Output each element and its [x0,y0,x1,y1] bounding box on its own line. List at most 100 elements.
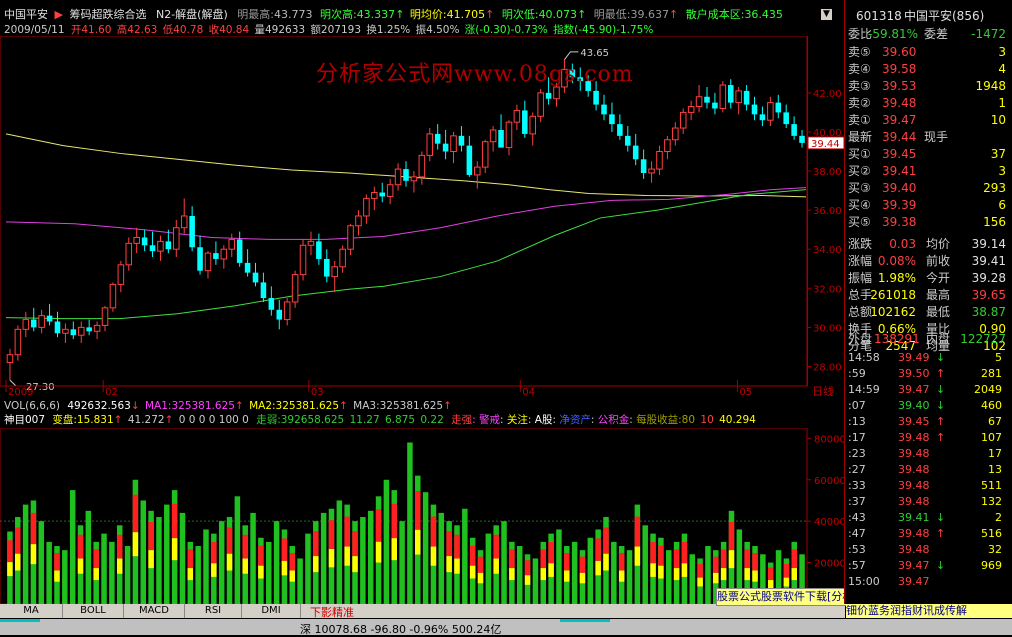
candle [14,325,22,361]
volume-bar [132,479,139,604]
trade-row: :47 39.48 ↑ 516 [848,527,1002,540]
candle [489,126,497,152]
volume-tick-label: 20000 [814,559,845,570]
volume-bar [446,521,452,604]
sell-row-5[interactable]: 卖⑤ 39.60 3 [846,44,1012,61]
ad-banner-2[interactable]: 钿价蓝务润指财讯成传解 [846,604,1012,618]
candle [252,262,259,287]
candle [141,229,148,252]
volume-bar [266,541,272,604]
ad-text-2: 钿价蓝务润指财讯成传解 [846,604,967,617]
sell-label: 卖④ [848,62,871,76]
tab-ma[interactable]: MA [0,604,63,618]
sell-row-1[interactable]: 卖① 39.47 10 [846,112,1012,129]
volume-bar [681,533,688,604]
buy-row-4[interactable]: 买④ 39.39 6 [846,197,1012,214]
candle [180,198,188,234]
header-item-3: 明次低:40.073↑ [501,8,587,21]
bar-index: 指数(-45.90)-1.75% [553,24,654,36]
candle [505,120,513,156]
sell-row-2[interactable]: 卖② 39.48 1 [846,95,1012,112]
weibi-row: 委比 -59.81% 委差 -1472 [848,27,1006,41]
volume-bar [634,504,641,604]
trade-row: :23 39.48 17 [848,447,1002,460]
dropdown-arrow-icon[interactable]: ▶ [55,8,63,21]
trade-row: 15:00 39.47 [848,575,930,588]
volume-bar [38,521,45,604]
bar-amount: 额207193 [310,24,362,36]
volume-bar [62,550,68,604]
main-border-right [807,36,808,386]
price-tick-label: 30.00 [813,323,842,334]
tab-boll[interactable]: BOLL [63,604,124,618]
status-accent-mid [560,619,610,622]
svg-text:39.44: 39.44 [811,139,840,150]
volume-bar [164,504,170,604]
indicator-tabs: MA BOLL MACD RSI DMI 下影精准 [0,604,845,619]
volume-bar [156,517,162,604]
volume-bar [689,554,696,604]
price-chart[interactable]: 42.0040.0038.0036.0034.0032.0030.0028.00… [0,36,845,396]
volume-bar [226,517,233,604]
header-line-1: 中国平安 ▶ 筹码超跌综合选 N2-解盘(解盘) 明最高:43.773 明次高:… [4,8,783,22]
buy-label: 买④ [848,198,871,212]
stock-name[interactable]: 中国平安 [4,8,48,21]
candle [189,206,195,252]
volume-chart[interactable]: 80000 60000 40000 20000 [0,428,845,604]
header-item-2: 明均价:41.705↑ [409,8,495,21]
volume-bar [211,533,217,604]
stock-code: 601318 [856,9,902,23]
candle [498,114,504,148]
volume-bar [171,490,178,604]
date-tick-label: 2009 [8,387,33,396]
latest-row: 最新 39.44 现手 [848,130,949,144]
volume-bar [618,546,625,604]
candle [355,210,362,236]
volume-bar [297,558,303,604]
buy-row-5[interactable]: 买⑤ 39.38 156 [846,214,1012,231]
volume-bar [15,517,21,604]
volume-bar [642,525,648,604]
volume-bar [69,490,76,604]
buy-row-2[interactable]: 买② 39.41 3 [846,163,1012,180]
formula-name[interactable]: 筹码超跌综合选 [69,8,146,21]
candle [458,126,465,152]
sell-row-3[interactable]: 卖③ 39.53 1948 [846,78,1012,95]
tab-dmi[interactable]: DMI [242,604,301,618]
sell-volume: 10 [990,113,1006,127]
buy-volume: 156 [983,215,1006,229]
tab-rsi[interactable]: RSI [185,604,242,618]
volume-bar [124,546,131,604]
volume-tick-label: 40000 [814,517,845,528]
price-tick-label: 38.00 [813,167,842,178]
candle [442,129,449,160]
volume-bar [650,533,656,604]
candle [46,303,53,326]
volume-bar [273,521,280,604]
sell-row-4[interactable]: 卖④ 39.58 4 [846,61,1012,78]
bottom-label: 下影精准 [310,606,354,619]
volume-bar [375,496,382,604]
indicator-name[interactable]: N2-解盘(解盘) [156,8,228,21]
settings-icon[interactable]: ▼ [821,9,832,20]
volume-bar [77,525,84,604]
trade-row: :27 39.48 13 [848,463,1002,476]
bar-low: 低40.78 [162,24,204,36]
candle [410,171,418,193]
indicator-line: 神目007 变盘:15.831↑ 41.272↑ 0 0 0 0 100 0 走… [4,414,756,426]
volume-bar [705,546,711,604]
buy-row-1[interactable]: 买① 39.45 37 [846,146,1012,163]
candle [299,239,307,281]
candle [22,311,30,338]
date-tick-label: 04 [522,387,535,396]
candle [260,272,267,302]
candle [704,86,710,109]
tab-macd[interactable]: MACD [124,604,185,618]
volume-bar [352,521,358,604]
sell-volume: 3 [998,45,1006,59]
buy-row-3[interactable]: 买③ 39.40 293 [846,180,1012,197]
candle [727,79,734,109]
volume-bar [116,525,123,604]
header-item-0: 明最高:43.773 [237,8,313,21]
candle [759,106,766,127]
